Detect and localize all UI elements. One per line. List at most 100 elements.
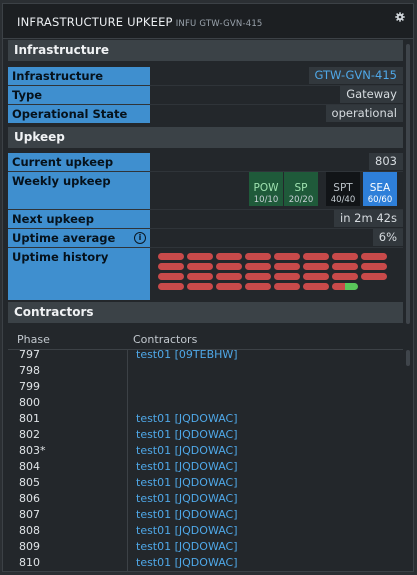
weekly-upkeep-label: Weekly upkeep xyxy=(8,172,150,209)
window-title: INFRASTRUCTURE UPKEEP INFU GTW-GVN-415 xyxy=(17,15,263,29)
contractor-link[interactable]: test01 [JQDOWAC] xyxy=(136,476,238,489)
uptime-history-pill xyxy=(332,253,358,260)
contractor-link[interactable]: test01 [JQDOWAC] xyxy=(136,492,238,505)
material-ticker: SP xyxy=(294,182,308,194)
uptime-history-pill xyxy=(187,273,213,280)
uptime-history-pill xyxy=(303,253,329,260)
row-weekly-upkeep: Weekly upkeep POW 10/10 SP 20/20 SPT 40/40 SEA… xyxy=(8,172,403,209)
phase-cell: 799 xyxy=(19,380,40,393)
gear-icon[interactable] xyxy=(395,12,405,22)
window-subtitle: INFU GTW-GVN-415 xyxy=(175,19,263,29)
contractor-link[interactable]: test01 [JQDOWAC] xyxy=(136,428,238,441)
uptime-history-pill xyxy=(274,263,300,270)
material-ticker: POW xyxy=(253,182,279,194)
phase-cell: 804 xyxy=(19,460,40,473)
infrastructure-label: Infrastructure xyxy=(8,67,150,85)
uptime-history-pill xyxy=(332,263,358,270)
phase-cell: 805 xyxy=(19,476,40,489)
material-amount: 10/10 xyxy=(253,195,279,205)
next-upkeep-value: in 2m 42s xyxy=(334,210,403,227)
phase-cell: 808 xyxy=(19,524,40,537)
contractor-link[interactable]: test01 [09TEBHW] xyxy=(136,348,238,361)
uptime-history-pill xyxy=(361,253,387,260)
phase-cell: 801 xyxy=(19,412,40,425)
material-ticker: SPT xyxy=(333,182,353,194)
uptime-history-label: Uptime history xyxy=(8,248,150,300)
uptime-history-pill xyxy=(303,273,329,280)
phase-cell: 800 xyxy=(19,396,40,409)
contractor-link[interactable]: test01 [JQDOWAC] xyxy=(136,524,238,537)
uptime-history-pill xyxy=(245,283,271,290)
contractor-link[interactable]: test01 [JQDOWAC] xyxy=(136,556,238,569)
current-phase-value: 803 xyxy=(369,153,403,170)
section-upkeep: Upkeep xyxy=(8,127,403,148)
contractor-link[interactable]: test01 [JQDOWAC] xyxy=(136,444,238,457)
type-value: Gateway xyxy=(340,86,403,103)
material-ticker: SEA xyxy=(369,182,391,194)
phase-cell: 803* xyxy=(19,444,46,457)
contractor-link[interactable]: test01 [JQDOWAC] xyxy=(136,540,238,553)
infrastructure-link[interactable]: GTW-GVN-415 xyxy=(308,67,403,84)
operational-state-label: Operational State xyxy=(8,105,150,123)
column-header-phase: Phase xyxy=(17,333,50,346)
material-amount: 60/60 xyxy=(367,195,393,205)
column-header-contractors: Contractors xyxy=(133,333,198,346)
material-tile-sea[interactable]: SEA 60/60 xyxy=(363,172,397,206)
next-upkeep-label: Next upkeep xyxy=(8,210,150,228)
uptime-history-pill xyxy=(303,263,329,270)
uptime-average-label: Uptime average i xyxy=(8,229,150,247)
contractor-link[interactable]: test01 [JQDOWAC] xyxy=(136,508,238,521)
table-scrollbar[interactable] xyxy=(406,350,410,366)
operational-state-value: operational xyxy=(325,105,403,122)
uptime-history-pill xyxy=(216,273,242,280)
uptime-history-pill xyxy=(187,263,213,270)
material-amount: 40/40 xyxy=(330,195,356,205)
window-titlebar[interactable]: INFRASTRUCTURE UPKEEP INFU GTW-GVN-415 xyxy=(3,4,413,39)
uptime-history-pill xyxy=(187,283,213,290)
uptime-history-pill xyxy=(274,273,300,280)
uptime-history-pill xyxy=(158,263,184,270)
uptime-history-pill xyxy=(332,283,358,290)
info-icon[interactable]: i xyxy=(134,232,146,244)
section-infrastructure: Infrastructure xyxy=(8,40,403,61)
uptime-history-pill xyxy=(216,263,242,270)
material-tile-pow[interactable]: POW 10/10 xyxy=(249,172,283,206)
uptime-history-pill xyxy=(361,273,387,280)
panel-scrollbar[interactable] xyxy=(406,44,410,324)
contractor-link[interactable]: test01 [JQDOWAC] xyxy=(136,412,238,425)
row-uptime-history: Uptime history xyxy=(8,248,403,300)
phase-cell: 807 xyxy=(19,508,40,521)
uptime-history-pill xyxy=(245,253,271,260)
uptime-history-pill xyxy=(332,273,358,280)
uptime-history-pill xyxy=(274,283,300,290)
uptime-history-pill xyxy=(158,283,184,290)
phase-cell: 798 xyxy=(19,364,40,377)
type-label: Type xyxy=(8,86,150,104)
uptime-history-pill xyxy=(245,273,271,280)
uptime-history-pill xyxy=(187,253,213,260)
row-next-upkeep: Next upkeep in 2m 42s xyxy=(8,210,403,228)
contractor-link[interactable]: test01 [JQDOWAC] xyxy=(136,460,238,473)
phase-cell: 810 xyxy=(19,556,40,569)
row-uptime-average: Uptime average i 6% xyxy=(8,229,403,247)
material-amount: 20/20 xyxy=(288,195,314,205)
row-current-phase: Current upkeep phase 803 xyxy=(8,153,403,185)
uptime-history-pill xyxy=(216,253,242,260)
uptime-history-pill xyxy=(158,273,184,280)
uptime-history-pill xyxy=(158,253,184,260)
phase-cell: 802 xyxy=(19,428,40,441)
uptime-history-pill xyxy=(245,263,271,270)
uptime-history-pill xyxy=(361,263,387,270)
row-infrastructure: Infrastructure GTW-GVN-415 xyxy=(8,67,403,85)
uptime-history-pill xyxy=(216,283,242,290)
phase-cell: 806 xyxy=(19,492,40,505)
row-operational-state: Operational State operational xyxy=(8,105,403,123)
row-type: Type Gateway xyxy=(8,86,403,104)
phase-cell: 797 xyxy=(19,348,40,361)
uptime-history-pill xyxy=(274,253,300,260)
material-tile-spt[interactable]: SPT 40/40 xyxy=(326,172,360,206)
infrastructure-upkeep-window: INFRASTRUCTURE UPKEEP INFU GTW-GVN-415 In… xyxy=(2,3,414,572)
material-tile-sp[interactable]: SP 20/20 xyxy=(284,172,318,206)
section-contractors: Contractors xyxy=(8,302,403,323)
phase-cell: 809 xyxy=(19,540,40,553)
